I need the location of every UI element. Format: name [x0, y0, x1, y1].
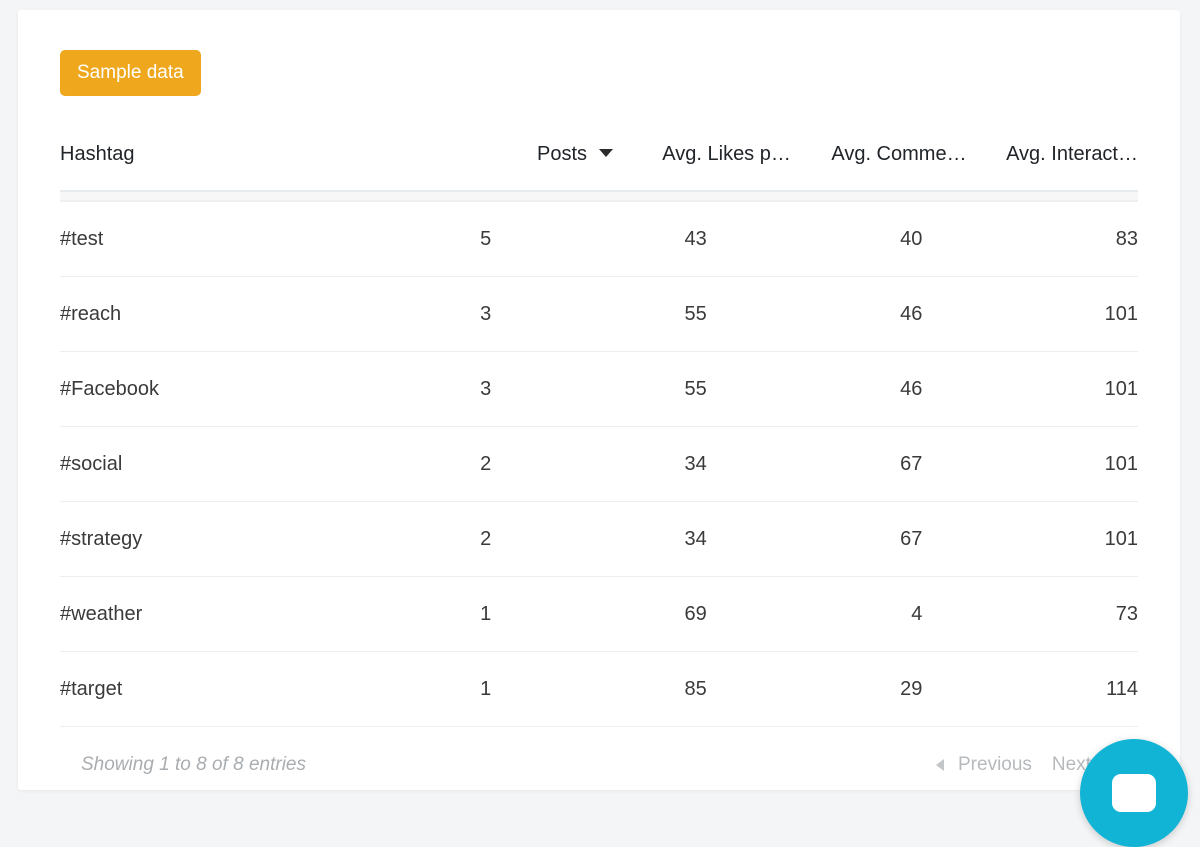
chat-widget-button[interactable]	[1080, 739, 1188, 847]
chevron-left-icon	[936, 759, 944, 771]
cell-avg-comments: 40	[706, 202, 923, 277]
table-row[interactable]: #strategy 2 34 67 101	[60, 501, 1138, 577]
column-header-posts-label: Posts	[536, 143, 588, 165]
table-row[interactable]: #Facebook 3 55 46 101	[60, 351, 1138, 427]
cell-posts: 5	[275, 202, 492, 277]
column-header-avg-interactions[interactable]: Avg. Interact…	[967, 143, 1138, 190]
cell-posts: 2	[275, 426, 492, 502]
column-header-hashtag[interactable]: Hashtag	[60, 143, 437, 190]
hashtag-table: Hashtag Posts Avg. Likes p… Avg. Comme… …	[60, 143, 1138, 190]
cell-hashtag: #social	[60, 426, 276, 502]
cell-avg-comments: 46	[706, 351, 923, 427]
cell-avg-likes: 34	[491, 426, 707, 502]
table-container: Hashtag Posts Avg. Likes p… Avg. Comme… …	[60, 143, 1138, 727]
cell-avg-likes: 85	[491, 651, 707, 727]
header-row: Hashtag Posts Avg. Likes p… Avg. Comme… …	[60, 143, 1138, 190]
cell-hashtag: #test	[60, 202, 276, 277]
table-header: Hashtag Posts Avg. Likes p… Avg. Comme… …	[60, 143, 1138, 190]
column-header-avg-comments[interactable]: Avg. Comme…	[791, 143, 967, 190]
hashtag-table-body-wrapper: #test 5 43 40 83 #reach 3 55 46 101 #Fac…	[60, 202, 1138, 727]
cell-avg-likes: 43	[491, 202, 707, 277]
table-body: #test 5 43 40 83 #reach 3 55 46 101 #Fac…	[60, 202, 1138, 727]
table-footer: Showing 1 to 8 of 8 entries Previous Nex…	[60, 727, 1138, 778]
table-row[interactable]: #reach 3 55 46 101	[60, 276, 1138, 352]
cell-hashtag: #strategy	[60, 501, 276, 577]
cell-avg-interactions: 101	[922, 276, 1138, 352]
cell-avg-interactions: 101	[922, 426, 1138, 502]
cell-hashtag: #reach	[60, 276, 276, 352]
table-row[interactable]: #target 1 85 29 114	[60, 651, 1138, 727]
cell-posts: 2	[275, 501, 492, 577]
cell-avg-likes: 55	[491, 351, 707, 427]
cell-avg-likes: 69	[491, 576, 707, 652]
table-row[interactable]: #test 5 43 40 83	[60, 202, 1138, 277]
cell-posts: 3	[275, 276, 492, 352]
cell-avg-comments: 29	[706, 651, 923, 727]
cell-avg-likes: 55	[491, 276, 707, 352]
table-row[interactable]: #weather 1 69 4 73	[60, 576, 1138, 652]
data-table-card: Sample data Hashtag Posts Avg. Likes p… …	[18, 10, 1180, 790]
column-header-avg-likes-label: Avg. Likes p…	[662, 143, 791, 165]
column-header-avg-likes[interactable]: Avg. Likes p…	[613, 143, 791, 190]
cell-avg-comments: 67	[706, 426, 923, 502]
column-header-posts[interactable]: Posts	[437, 143, 614, 190]
sample-data-button[interactable]: Sample data	[60, 50, 201, 96]
previous-page-button[interactable]: Previous	[950, 752, 1040, 778]
cell-posts: 3	[275, 351, 492, 427]
cell-hashtag: #weather	[60, 576, 276, 652]
cell-avg-interactions: 73	[922, 576, 1138, 652]
column-header-hashtag-label: Hashtag	[60, 143, 135, 165]
cell-avg-comments: 4	[706, 576, 923, 652]
badge-row: Sample data	[18, 10, 1180, 96]
cell-avg-interactions: 83	[922, 202, 1138, 277]
chat-bubble-icon	[1112, 774, 1156, 812]
column-header-avg-interactions-label: Avg. Interact…	[1006, 143, 1138, 165]
cell-posts: 1	[275, 651, 492, 727]
entries-summary: Showing 1 to 8 of 8 entries	[81, 754, 306, 775]
sort-descending-icon	[599, 149, 614, 158]
cell-posts: 1	[275, 576, 492, 652]
cell-hashtag: #target	[60, 651, 276, 727]
cell-hashtag: #Facebook	[60, 351, 276, 427]
cell-avg-comments: 67	[706, 501, 923, 577]
cell-avg-interactions: 101	[922, 351, 1138, 427]
cell-avg-likes: 34	[491, 501, 707, 577]
horizontal-scrollbar-track[interactable]	[60, 190, 1138, 202]
cell-avg-interactions: 114	[922, 651, 1138, 727]
column-header-avg-comments-label: Avg. Comme…	[831, 143, 967, 165]
table-row[interactable]: #social 2 34 67 101	[60, 426, 1138, 502]
cell-avg-interactions: 101	[922, 501, 1138, 577]
cell-avg-comments: 46	[706, 276, 923, 352]
